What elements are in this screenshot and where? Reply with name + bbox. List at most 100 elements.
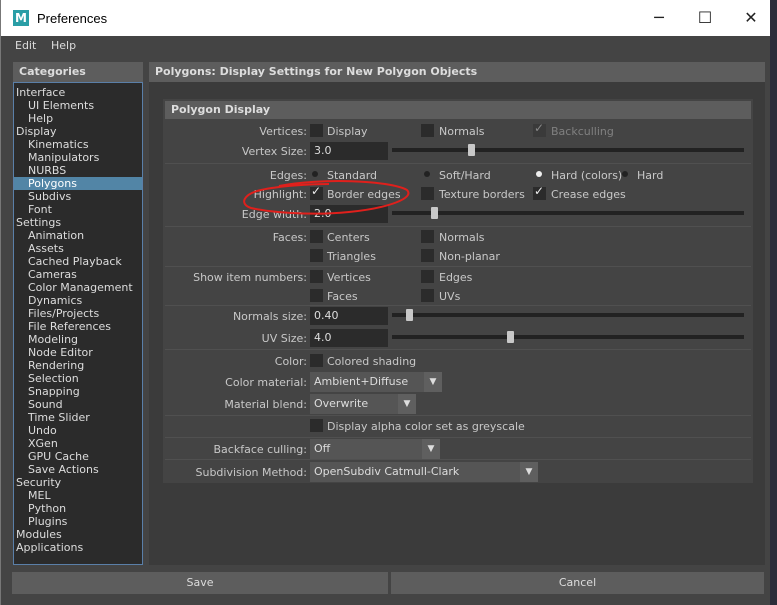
chevron-down-icon: ▼ [422, 439, 440, 459]
color-material-dropdown[interactable]: Ambient+Diffuse ▼ [310, 372, 442, 392]
divider [165, 459, 751, 460]
menu-help[interactable]: Help [51, 39, 76, 52]
category-item[interactable]: Snapping [14, 385, 142, 398]
category-item[interactable]: UI Elements [14, 99, 142, 112]
vertex-size-field[interactable]: 3.0 [310, 142, 388, 160]
category-item[interactable]: Applications [14, 541, 142, 554]
category-item[interactable]: Interface [14, 86, 142, 99]
edges-hard-label: Hard [637, 169, 664, 182]
category-item[interactable]: Kinematics [14, 138, 142, 151]
material-blend-value: Overwrite [314, 397, 369, 410]
faces-centers-checkbox[interactable] [310, 230, 323, 243]
category-item[interactable]: Polygons [14, 177, 142, 190]
category-item[interactable]: MEL [14, 489, 142, 502]
category-item[interactable]: Subdivs [14, 190, 142, 203]
category-item[interactable]: Settings [14, 216, 142, 229]
minimize-button[interactable]: ─ [639, 6, 679, 30]
subdivision-method-dropdown[interactable]: OpenSubdiv Catmull-Clark ▼ [310, 462, 538, 482]
category-item[interactable]: Cached Playback [14, 255, 142, 268]
category-item[interactable]: Sound [14, 398, 142, 411]
item-numbers-faces-label: Faces [327, 290, 358, 303]
category-item[interactable]: Save Actions [14, 463, 142, 476]
item-numbers-faces-checkbox[interactable] [310, 289, 323, 302]
material-blend-dropdown[interactable]: Overwrite ▼ [310, 394, 416, 414]
texture-borders-checkbox[interactable] [421, 187, 434, 200]
item-numbers-uvs-checkbox[interactable] [421, 289, 434, 302]
item-numbers-edges-checkbox[interactable] [421, 270, 434, 283]
edge-width-label: Edge width: [241, 208, 307, 221]
vertices-normals-checkbox[interactable] [421, 124, 434, 137]
category-item[interactable]: GPU Cache [14, 450, 142, 463]
panel-header: Polygons: Display Settings for New Polyg… [149, 62, 765, 82]
edge-width-field[interactable]: 2.0 [310, 205, 388, 223]
faces-triangles-checkbox[interactable] [310, 249, 323, 262]
edge-width-slider-track[interactable] [392, 211, 744, 215]
subdivision-method-label: Subdivision Method: [195, 466, 308, 479]
category-item[interactable]: Manipulators [14, 151, 142, 164]
category-item[interactable]: Selection [14, 372, 142, 385]
faces-normals-checkbox[interactable] [421, 230, 434, 243]
normals-size-slider-track[interactable] [392, 313, 744, 317]
item-numbers-edges-label: Edges [439, 271, 473, 284]
edges-standard-label: Standard [327, 169, 378, 182]
vertex-size-slider-track[interactable] [392, 148, 744, 152]
category-item[interactable]: Security [14, 476, 142, 489]
category-item[interactable]: Time Slider [14, 411, 142, 424]
alpha-greyscale-checkbox[interactable] [310, 419, 323, 432]
category-item[interactable]: Assets [14, 242, 142, 255]
category-item[interactable]: Color Management [14, 281, 142, 294]
category-item[interactable]: NURBS [14, 164, 142, 177]
highlight-label: Highlight: [253, 188, 307, 201]
divider [165, 437, 751, 438]
close-button[interactable]: ✕ [731, 6, 771, 30]
border-edges-label: Border edges [327, 188, 401, 201]
cancel-button[interactable]: Cancel [391, 572, 764, 594]
backface-culling-dropdown[interactable]: Off ▼ [310, 439, 440, 459]
category-item[interactable]: Display [14, 125, 142, 138]
category-item[interactable]: Dynamics [14, 294, 142, 307]
texture-borders-label: Texture borders [439, 188, 525, 201]
backculling-checkbox[interactable]: ✓ [533, 121, 546, 137]
normals-size-slider-handle[interactable] [406, 309, 413, 321]
category-item[interactable]: Node Editor [14, 346, 142, 359]
category-item[interactable]: Animation [14, 229, 142, 242]
save-button[interactable]: Save [12, 572, 388, 594]
category-item[interactable]: Modeling [14, 333, 142, 346]
category-item[interactable]: File References [14, 320, 142, 333]
category-item[interactable]: Rendering [14, 359, 142, 372]
uv-size-slider-track[interactable] [392, 335, 744, 339]
chevron-down-icon: ▼ [520, 462, 538, 482]
colored-shading-checkbox[interactable] [310, 354, 323, 367]
checkmark-icon: ✓ [534, 121, 545, 135]
alpha-greyscale-label: Display alpha color set as greyscale [327, 420, 525, 433]
border-edges-checkbox[interactable]: ✓ [310, 184, 323, 200]
category-item[interactable]: Help [14, 112, 142, 125]
category-item[interactable]: Modules [14, 528, 142, 541]
maximize-button[interactable]: ☐ [685, 6, 725, 30]
vertices-display-label: Display [327, 125, 368, 138]
category-item[interactable]: XGen [14, 437, 142, 450]
normals-size-field[interactable]: 0.40 [310, 307, 388, 325]
edges-standard-radio[interactable] [312, 171, 318, 177]
faces-triangles-label: Triangles [327, 250, 376, 263]
edges-hard-radio[interactable] [622, 171, 628, 177]
vertex-size-slider-handle[interactable] [468, 144, 475, 156]
crease-edges-checkbox[interactable]: ✓ [533, 184, 546, 200]
category-item[interactable]: Font [14, 203, 142, 216]
uv-size-field[interactable]: 4.0 [310, 329, 388, 347]
section-header-polygon-display[interactable]: Polygon Display [165, 101, 751, 119]
edges-softhard-radio[interactable] [424, 171, 430, 177]
category-item[interactable]: Plugins [14, 515, 142, 528]
menu-edit[interactable]: Edit [15, 39, 36, 52]
edge-width-slider-handle[interactable] [431, 207, 438, 219]
faces-nonplanar-checkbox[interactable] [421, 249, 434, 262]
category-item[interactable]: Undo [14, 424, 142, 437]
edges-hard-colors-radio[interactable] [536, 171, 542, 177]
uv-size-slider-handle[interactable] [507, 331, 514, 343]
category-item[interactable]: Files/Projects [14, 307, 142, 320]
item-numbers-vertices-checkbox[interactable] [310, 270, 323, 283]
category-item[interactable]: Cameras [14, 268, 142, 281]
category-item[interactable]: Python [14, 502, 142, 515]
categories-list[interactable]: Interface UI Elements Help Display Kinematic… [13, 82, 143, 565]
vertices-display-checkbox[interactable] [310, 124, 323, 137]
